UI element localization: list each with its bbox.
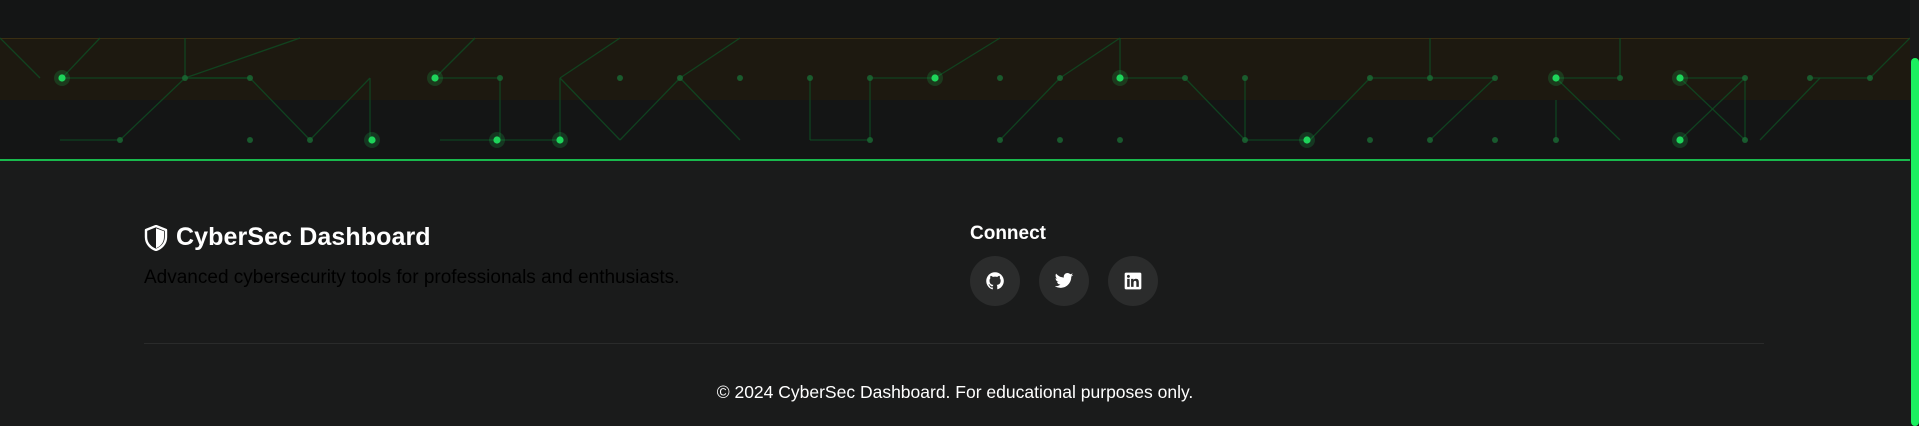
circuit-node-active [493, 136, 501, 144]
circuit-node [807, 75, 813, 81]
circuit-node [117, 137, 123, 143]
circuit-node [1242, 75, 1248, 81]
circuit-node [1182, 75, 1188, 81]
circuit-node [677, 75, 683, 81]
circuit-node-active [1676, 136, 1684, 144]
footer-brand-title: CyberSec Dashboard [176, 223, 431, 251]
linkedin-icon [1123, 271, 1143, 291]
footer-divider [144, 343, 1764, 344]
circuit-node [1057, 75, 1063, 81]
circuit-node [307, 137, 313, 143]
circuit-node [497, 75, 503, 81]
circuit-node [182, 75, 188, 81]
circuit-node [867, 75, 873, 81]
circuit-node [247, 137, 253, 143]
circuit-node-active [1303, 136, 1311, 144]
circuit-node [737, 75, 743, 81]
circuit-pattern [0, 37, 1910, 161]
circuit-node [1807, 75, 1813, 81]
circuit-node [1742, 75, 1748, 81]
circuit-node [1617, 75, 1623, 81]
circuit-node [997, 75, 1003, 81]
circuit-node [867, 137, 873, 143]
circuit-node [997, 137, 1003, 143]
circuit-node-active [1676, 74, 1684, 82]
twitter-icon [1054, 271, 1074, 291]
circuit-node [247, 75, 253, 81]
circuit-node [1117, 137, 1123, 143]
circuit-node [1492, 137, 1498, 143]
footer-brand[interactable]: CyberSec Dashboard [144, 223, 431, 252]
shield-half-icon [144, 224, 168, 251]
circuit-node [1742, 137, 1748, 143]
connect-heading: Connect [970, 223, 1046, 244]
circuit-node-active [1552, 74, 1560, 82]
circuit-node-active [368, 136, 376, 144]
linkedin-link-button[interactable] [1108, 256, 1158, 306]
circuit-node [1427, 75, 1433, 81]
circuit-node [1427, 137, 1433, 143]
circuit-node [1057, 137, 1063, 143]
page: CyberSec Dashboard Advanced cybersecurit… [0, 0, 1919, 426]
circuit-banner [0, 0, 1910, 161]
circuit-node-active [58, 74, 66, 82]
circuit-node [1242, 137, 1248, 143]
circuit-node-active [1116, 74, 1124, 82]
circuit-node-active [931, 74, 939, 82]
footer-brand-description: Advanced cybersecurity tools for profess… [144, 267, 680, 288]
circuit-node [1553, 137, 1559, 143]
circuit-node [1867, 75, 1873, 81]
scrollbar-thumb[interactable] [1911, 58, 1919, 426]
circuit-node [1492, 75, 1498, 81]
github-icon [985, 271, 1005, 291]
github-link-button[interactable] [970, 256, 1020, 306]
circuit-node [1367, 75, 1373, 81]
site-footer: CyberSec Dashboard Advanced cybersecurit… [0, 161, 1910, 426]
circuit-node-active [431, 74, 439, 82]
circuit-node [617, 75, 623, 81]
twitter-link-button[interactable] [1039, 256, 1089, 306]
circuit-node [1367, 137, 1373, 143]
circuit-node-active [556, 136, 564, 144]
copyright-text: © 2024 CyberSec Dashboard. For education… [716, 382, 1194, 402]
banner-highlight-band [0, 38, 1910, 100]
